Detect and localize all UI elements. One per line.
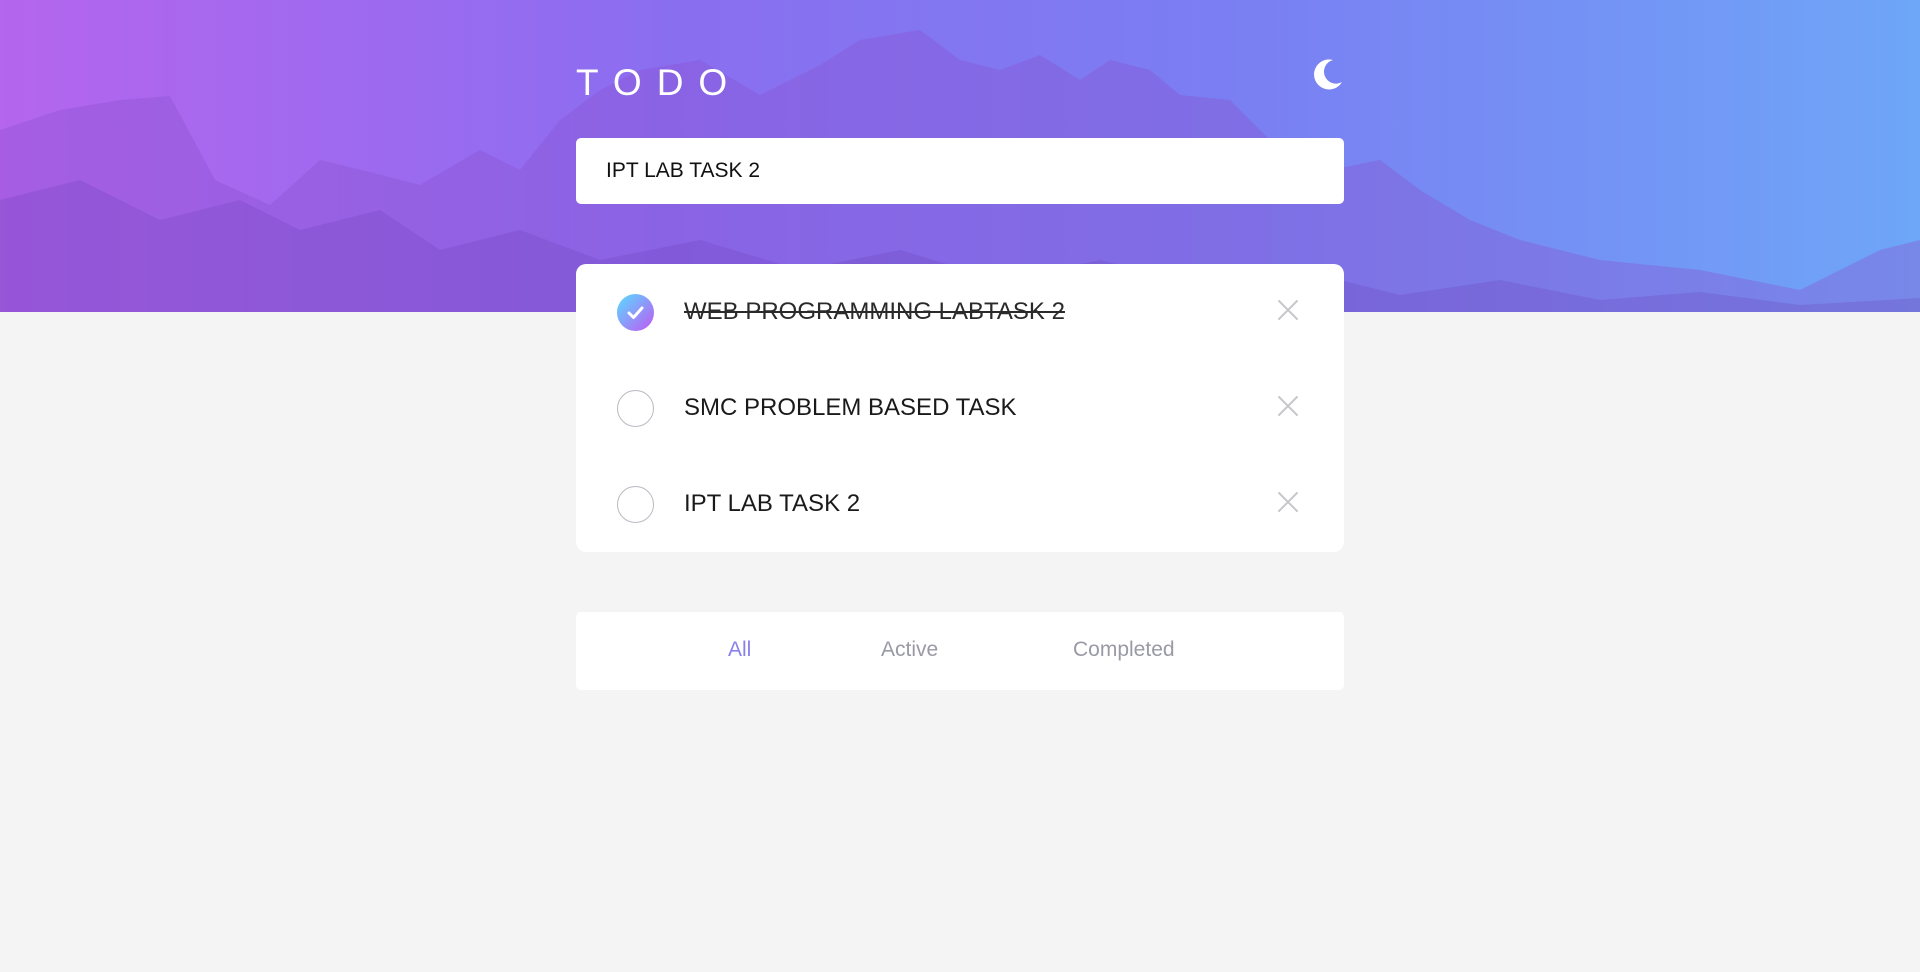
todo-app: TODO WEB PROGRAMMING LABTASK 2 SMC PROBL… <box>576 0 1344 972</box>
todo-checkbox[interactable] <box>617 390 654 427</box>
todo-item: SMC PROBLEM BASED TASK <box>576 360 1344 456</box>
todo-item: IPT LAB TASK 2 <box>576 456 1344 552</box>
close-icon <box>1278 300 1298 320</box>
todo-text: SMC PROBLEM BASED TASK <box>684 394 1017 421</box>
delete-todo-button[interactable] <box>1276 298 1300 322</box>
close-icon <box>1278 492 1298 512</box>
filter-all[interactable]: All <box>728 638 751 662</box>
close-icon <box>1278 396 1298 416</box>
moon-icon <box>1314 59 1342 90</box>
filter-bar: All Active Completed <box>576 612 1344 690</box>
todo-text: WEB PROGRAMMING LABTASK 2 <box>684 298 1065 325</box>
checkmark-icon <box>627 306 644 319</box>
todo-text: IPT LAB TASK 2 <box>684 490 861 517</box>
todo-checkbox[interactable] <box>617 486 654 523</box>
new-todo-input[interactable] <box>576 138 1344 204</box>
delete-todo-button[interactable] <box>1276 490 1300 514</box>
todo-checkbox-checked[interactable] <box>617 294 654 331</box>
filter-completed[interactable]: Completed <box>1073 638 1175 662</box>
app-title: TODO <box>576 62 743 103</box>
filter-active[interactable]: Active <box>881 638 938 662</box>
delete-todo-button[interactable] <box>1276 394 1300 418</box>
todo-list: WEB PROGRAMMING LABTASK 2 SMC PROBLEM BA… <box>576 264 1344 552</box>
todo-item: WEB PROGRAMMING LABTASK 2 <box>576 264 1344 360</box>
theme-toggle-button[interactable] <box>1311 57 1345 91</box>
